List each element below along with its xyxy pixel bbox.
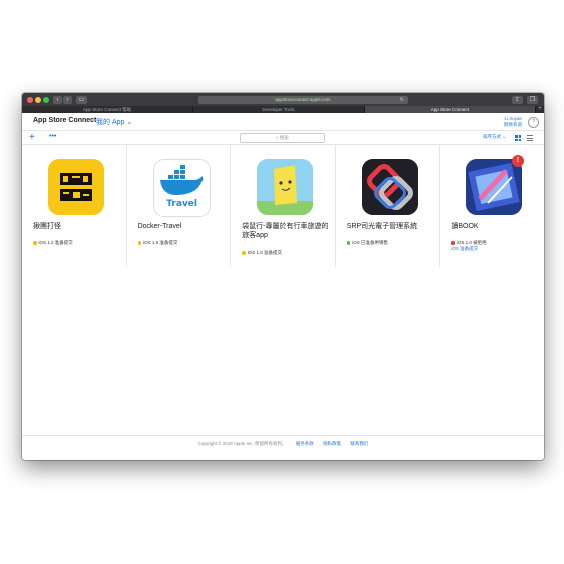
- app-status: iOS 已准备供销售: [346, 240, 389, 246]
- gather-fight-icon: [48, 159, 104, 215]
- status-dot: [33, 241, 37, 245]
- app-status: iOS 1.2 准备提交: [33, 240, 73, 246]
- user-name: Li Xuyan: [504, 116, 522, 121]
- close-window-button[interactable]: [27, 96, 33, 103]
- privacy-link[interactable]: 隐私政策: [323, 441, 341, 446]
- app-card[interactable]: 揪團打怪 iOS 1.2 准备提交: [22, 145, 127, 267]
- app-name: 讀BOOK: [451, 223, 479, 230]
- tab-app-store-connect[interactable]: App Store Connect: [364, 106, 536, 113]
- grid-view-icon[interactable]: [515, 135, 521, 141]
- zoom-window-button[interactable]: [43, 96, 49, 103]
- minimize-window-button[interactable]: [35, 96, 41, 103]
- app-name: Docker-Travel: [137, 223, 182, 230]
- yellow-character-icon: [257, 159, 314, 215]
- app-name: 揪團打怪: [33, 223, 61, 230]
- brand-title[interactable]: App Store Connect: [33, 117, 96, 124]
- app-card[interactable]: Travel Docker-Travel iOS 1.0 准备提交: [127, 145, 232, 267]
- chevron-down-icon: ⌄: [126, 119, 133, 126]
- app-status: iOS 1.0 准备提交: [242, 250, 282, 256]
- user-org: 网易有道: [504, 121, 522, 127]
- section-label: 我的 App: [96, 119, 125, 126]
- status-text: iOS 已准备供销售: [352, 240, 389, 245]
- terms-link[interactable]: 服务条款: [296, 441, 314, 446]
- status-dot: [137, 241, 142, 245]
- search-icon: ⌕: [276, 135, 279, 140]
- sort-label: 排序方式: [482, 134, 501, 139]
- forward-button[interactable]: ›: [63, 95, 72, 104]
- app-grid: 揪團打怪 iOS 1.2 准备提交 Travel Docker-Travel i…: [22, 145, 544, 267]
- reload-icon[interactable]: ↻: [400, 96, 404, 104]
- title-bar: ‹ › ▭ appstoreconnect.apple.com ↻ ⇪ ❐: [22, 93, 544, 107]
- section-menu[interactable]: 我的 App ⌄: [96, 117, 132, 127]
- status-text: iOS 1.0 准备提交: [143, 240, 178, 245]
- status-dot: [451, 241, 455, 245]
- tab-overview-icon[interactable]: ❐: [527, 95, 538, 104]
- search-input[interactable]: ⌕ 搜索: [240, 133, 325, 143]
- app-name: 袋鼠行-專屬於有行車旅遊的旅客app: [242, 223, 329, 239]
- app-name: SRP司光電子管理系統: [346, 223, 418, 230]
- list-view-icon[interactable]: [527, 135, 533, 141]
- toolbar: + ••• ⌕ 搜索 排序方式 ⌄: [22, 131, 544, 145]
- browser-window: ‹ › ▭ appstoreconnect.apple.com ↻ ⇪ ❐ Ap…: [22, 93, 544, 460]
- tab-bar: App Store Connect 帮助 Developer Tools App…: [22, 106, 544, 113]
- docker-whale-icon: Travel: [152, 159, 211, 217]
- srp-chain-icon: [361, 159, 418, 215]
- more-actions-button[interactable]: •••: [49, 131, 56, 142]
- help-icon[interactable]: ?: [528, 117, 539, 128]
- add-app-button[interactable]: +: [29, 131, 35, 144]
- status-dot: [242, 251, 246, 255]
- status-text: iOS 1.2 准备提交: [38, 240, 73, 245]
- back-button[interactable]: ‹: [53, 95, 62, 104]
- account-menu[interactable]: Li Xuyan 网易有道: [504, 116, 522, 127]
- share-icon[interactable]: ⇪: [512, 95, 523, 104]
- ebook-icon: [466, 159, 523, 215]
- search-placeholder: 搜索: [279, 135, 289, 140]
- app-status-secondary[interactable]: iOS 准备提交: [451, 246, 478, 252]
- address-bar[interactable]: appstoreconnect.apple.com ↻: [198, 95, 408, 104]
- app-card[interactable]: 袋鼠行-專屬於有行車旅遊的旅客app iOS 1.0 准备提交: [231, 145, 336, 267]
- copyright-text: Copyright © 2018 Apple Inc. 保留所有权利。: [197, 441, 287, 446]
- chevron-down-icon: ⌄: [502, 134, 506, 139]
- alert-badge: !: [511, 155, 524, 167]
- travel-logo-text: Travel: [166, 199, 197, 209]
- sort-menu[interactable]: 排序方式 ⌄: [483, 134, 506, 140]
- app-status: iOS 1.0 准备提交: [137, 240, 178, 246]
- contact-link[interactable]: 联系我们: [350, 441, 368, 446]
- tab-developer-tools[interactable]: Developer Tools: [193, 106, 365, 113]
- sidebar-toggle-icon[interactable]: ▭: [76, 95, 87, 104]
- status-dot: [346, 241, 351, 245]
- page-footer: Copyright © 2018 Apple Inc. 保留所有权利。 服务条款…: [22, 435, 544, 452]
- app-card[interactable]: ! 讀BOOK iOS 1.0 被拒绝 iOS 准备提交: [440, 145, 544, 267]
- new-tab-button[interactable]: +: [536, 106, 544, 113]
- url-text: appstoreconnect.apple.com: [275, 96, 331, 102]
- tab-help[interactable]: App Store Connect 帮助: [22, 106, 194, 113]
- status-text: iOS 1.0 准备提交: [247, 250, 282, 255]
- app-card[interactable]: SRP司光電子管理系統 iOS 已准备供销售: [336, 145, 441, 267]
- page-header: App Store Connect 我的 App ⌄ Li Xuyan 网易有道…: [22, 113, 544, 131]
- status-text: iOS 1.0 被拒绝: [456, 240, 487, 245]
